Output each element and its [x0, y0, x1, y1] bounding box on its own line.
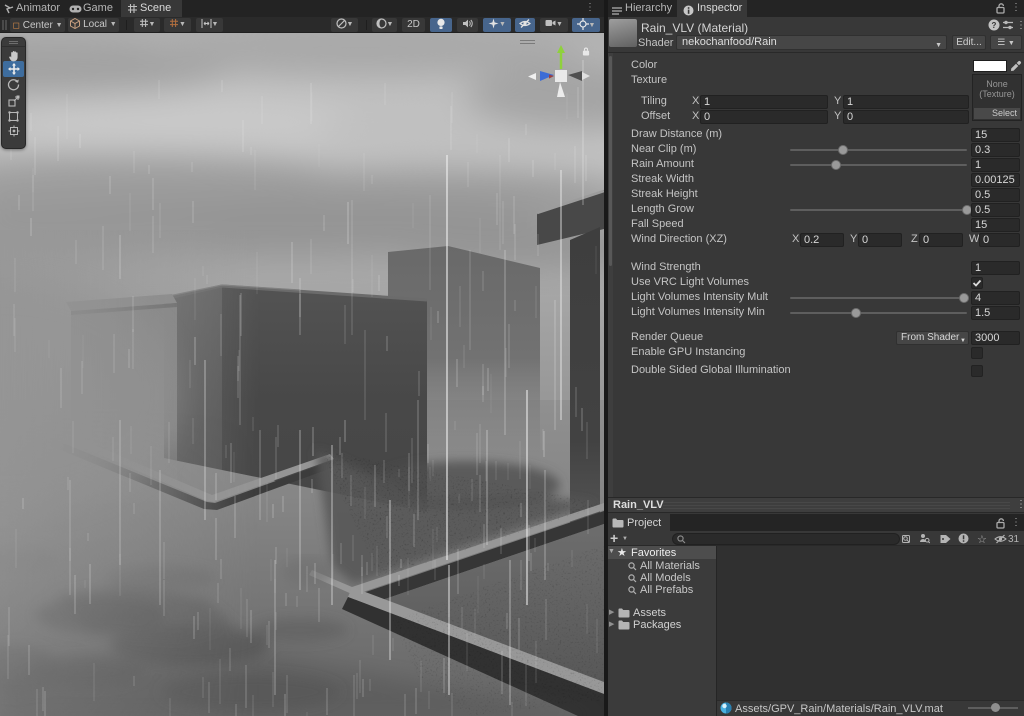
svg-text:?: ?: [992, 21, 997, 30]
